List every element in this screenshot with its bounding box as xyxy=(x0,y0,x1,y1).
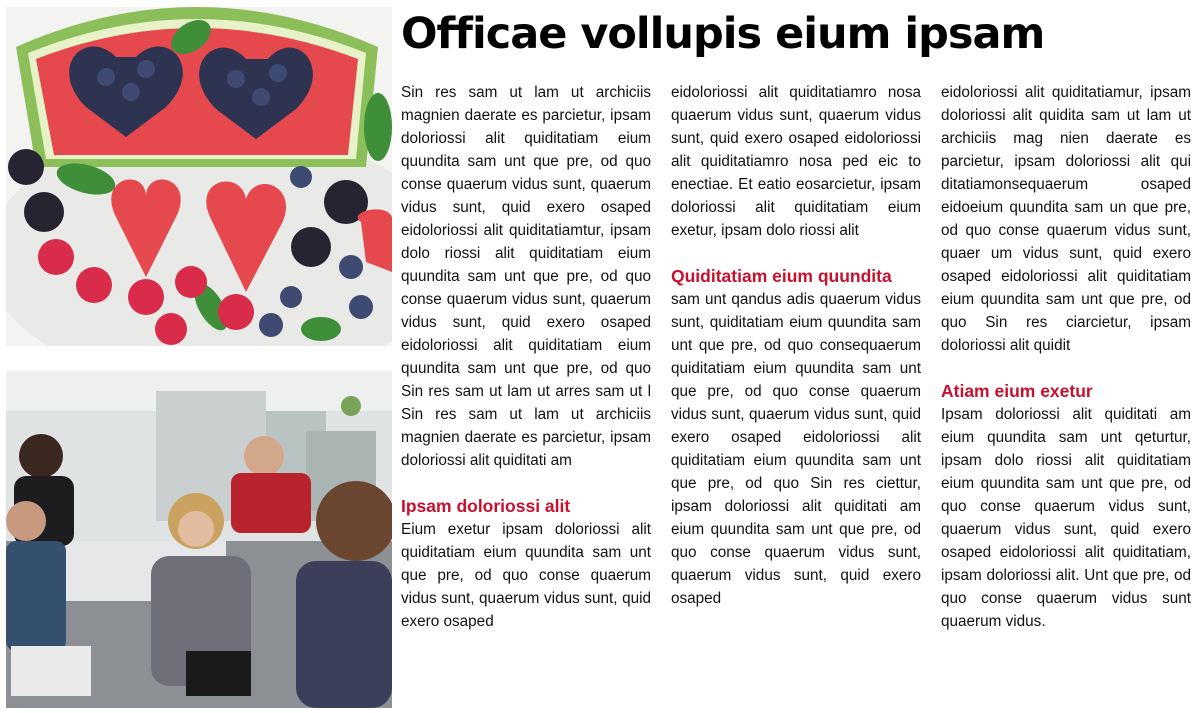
column-3-paragraph-2: Ipsam doloriossi alit quiditati am eium … xyxy=(941,406,1191,630)
column-1-paragraph-1: Sin res sam ut lam ut archiciis magnien … xyxy=(401,84,651,469)
meeting-photo xyxy=(6,371,392,708)
column-3-subheading: Atiam eium exetur xyxy=(941,381,1093,401)
fruit-photo xyxy=(6,7,392,346)
office-meeting-people-photo-icon xyxy=(6,371,392,708)
text-column-1: Sin res sam ut lam ut archiciis magnien … xyxy=(401,81,651,633)
column-1-subheading: Ipsam doloriossi alit xyxy=(401,496,571,516)
text-column-3: eidoloriossi alit quiditatiamur, ipsam d… xyxy=(941,81,1191,633)
column-2-paragraph-2: sam unt qandus adis quaerum vidus sunt, … xyxy=(671,291,921,607)
column-1-paragraph-2: Eium exetur ipsam doloriossi alit quidit… xyxy=(401,521,651,630)
fruit-watermelon-hearts-photo-icon xyxy=(6,7,392,346)
column-3-paragraph-1: eidoloriossi alit quiditatiamur, ipsam d… xyxy=(941,84,1191,354)
column-2-paragraph-1: eidoloriossi alit quiditatiamro nosa qua… xyxy=(671,84,921,239)
article-headline: Officae vollupis eium ipsam xyxy=(401,9,1045,59)
text-column-2: eidoloriossi alit quiditatiamro nosa qua… xyxy=(671,81,921,610)
column-2-subheading: Quiditatiam eium quundita xyxy=(671,266,892,286)
